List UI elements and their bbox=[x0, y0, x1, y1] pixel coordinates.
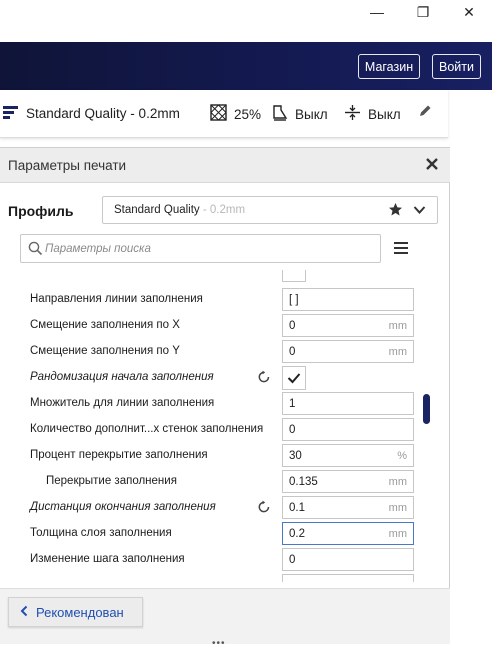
scrollbar-thumb[interactable] bbox=[423, 394, 430, 424]
settings-row: Изменение шага заполнения 0 bbox=[0, 547, 450, 573]
infill-value: 25% bbox=[234, 106, 262, 122]
profile-summary[interactable]: Standard Quality - 0.2mm bbox=[2, 104, 180, 123]
maximize-button[interactable]: ❐ bbox=[400, 0, 446, 24]
settings-row: Смещение заполнения по X 0 mm bbox=[0, 313, 450, 339]
adhesion-icon bbox=[344, 104, 361, 124]
setting-value-field[interactable] bbox=[282, 574, 414, 582]
settings-row: Толщина слоя заполнения 0.2 mm bbox=[0, 521, 450, 547]
setting-checkbox[interactable] bbox=[282, 270, 306, 282]
panel-header: Параметры печати bbox=[0, 148, 450, 183]
setting-value-field[interactable]: 0.2 mm bbox=[282, 522, 414, 545]
profile-label: Профиль bbox=[8, 203, 74, 219]
print-settings-panel: Параметры печати Профиль Standard Qualit… bbox=[0, 147, 450, 645]
search-icon bbox=[28, 241, 43, 259]
profile-dropdown-value: Standard Quality - 0.2mm bbox=[114, 204, 246, 216]
infill-icon bbox=[210, 104, 227, 124]
chevron-down-icon[interactable] bbox=[413, 204, 426, 218]
support-summary[interactable]: Выкл bbox=[272, 104, 328, 124]
setting-label: Толщина слоя заполнения bbox=[30, 527, 172, 539]
setting-label: Множитель для линии заполнения bbox=[30, 397, 215, 409]
infill-summary[interactable]: 25% bbox=[210, 104, 261, 124]
window-titlebar: — ❐ ✕ bbox=[0, 0, 492, 42]
setting-value-field[interactable]: 0 bbox=[282, 548, 414, 571]
setting-value-field[interactable]: 0 mm bbox=[282, 340, 414, 363]
setting-label: Количество дополнит...х стенок заполнени… bbox=[30, 423, 264, 435]
close-icon[interactable] bbox=[425, 157, 439, 174]
adhesion-summary[interactable]: Выкл bbox=[344, 104, 401, 124]
settings-row: Дистанция окончания заполнения 0.1 mm bbox=[0, 495, 450, 521]
settings-row: Множитель для линии заполнения 1 bbox=[0, 391, 450, 417]
settings-row: Смещение заполнения по Y 0 mm bbox=[0, 339, 450, 365]
setting-value-field[interactable]: 1 bbox=[282, 392, 414, 415]
support-icon bbox=[272, 104, 288, 124]
settings-row bbox=[0, 573, 450, 582]
marketplace-button[interactable]: Магазин bbox=[358, 54, 420, 79]
support-value: Выкл bbox=[295, 106, 328, 122]
setting-label: Изменение шага заполнения bbox=[30, 553, 185, 565]
recommended-mode-label: Рекомендован bbox=[36, 604, 124, 620]
settings-list[interactable]: Направления линии заполнения [ ] Смещени… bbox=[0, 270, 450, 582]
setting-label: Смещение заполнения по Y bbox=[30, 345, 180, 357]
settings-row: Перекрытие заполнения 0.135 mm bbox=[0, 469, 450, 495]
reset-icon[interactable] bbox=[257, 500, 271, 517]
sign-in-button[interactable]: Войти bbox=[432, 54, 481, 79]
panel-footer: Рекомендован ••• bbox=[0, 588, 450, 645]
adhesion-value: Выкл bbox=[368, 106, 401, 122]
print-settings-bar[interactable]: Standard Quality - 0.2mm 25% Выкл Выкл bbox=[0, 90, 448, 138]
setting-value-field[interactable]: 0 mm bbox=[282, 314, 414, 337]
settings-row: Количество дополнит...х стенок заполнени… bbox=[0, 417, 450, 443]
minimize-button[interactable]: — bbox=[354, 0, 400, 24]
setting-label: Смещение заполнения по X bbox=[30, 319, 180, 331]
resize-handle[interactable]: ••• bbox=[212, 638, 226, 645]
setting-checkbox[interactable] bbox=[282, 366, 306, 390]
setting-label: Рандомизация начала заполнения bbox=[30, 371, 214, 383]
settings-row: Рандомизация начала заполнения bbox=[0, 365, 450, 391]
settings-row: Направления линии заполнения [ ] bbox=[0, 287, 450, 313]
setting-value-field[interactable]: 30% bbox=[282, 444, 414, 467]
search-placeholder: Параметры поиска bbox=[45, 243, 151, 255]
settings-row: Процент перекрытие заполнения 30% bbox=[0, 443, 450, 469]
settings-row bbox=[0, 270, 450, 283]
setting-label: Направления линии заполнения bbox=[30, 293, 203, 305]
star-icon[interactable] bbox=[388, 202, 403, 220]
panel-title: Параметры печати bbox=[8, 158, 127, 173]
reset-icon[interactable] bbox=[257, 370, 271, 387]
profile-icon bbox=[2, 104, 19, 123]
profile-dropdown[interactable]: Standard Quality - 0.2mm bbox=[102, 196, 438, 224]
setting-value-field[interactable]: 0.135 mm bbox=[282, 470, 414, 493]
setting-label: Дистанция окончания заполнения bbox=[30, 501, 216, 513]
window-close-button[interactable]: ✕ bbox=[446, 0, 492, 24]
hamburger-menu-icon[interactable] bbox=[394, 242, 408, 257]
setting-value-field[interactable]: 0.1 mm bbox=[282, 496, 414, 519]
setting-label: Перекрытие заполнения bbox=[46, 475, 177, 487]
chevron-left-icon bbox=[20, 605, 28, 620]
recommended-mode-button[interactable]: Рекомендован bbox=[8, 597, 143, 627]
app-header: Магазин Войти bbox=[0, 42, 492, 90]
setting-value-field[interactable]: 0 bbox=[282, 418, 414, 441]
pencil-icon[interactable] bbox=[418, 104, 432, 121]
profile-summary-label: Standard Quality - 0.2mm bbox=[26, 106, 180, 121]
settings-search-input[interactable]: Параметры поиска bbox=[20, 234, 381, 263]
setting-label: Процент перекрытие заполнения bbox=[30, 449, 208, 461]
setting-value-field[interactable]: [ ] bbox=[282, 288, 414, 311]
